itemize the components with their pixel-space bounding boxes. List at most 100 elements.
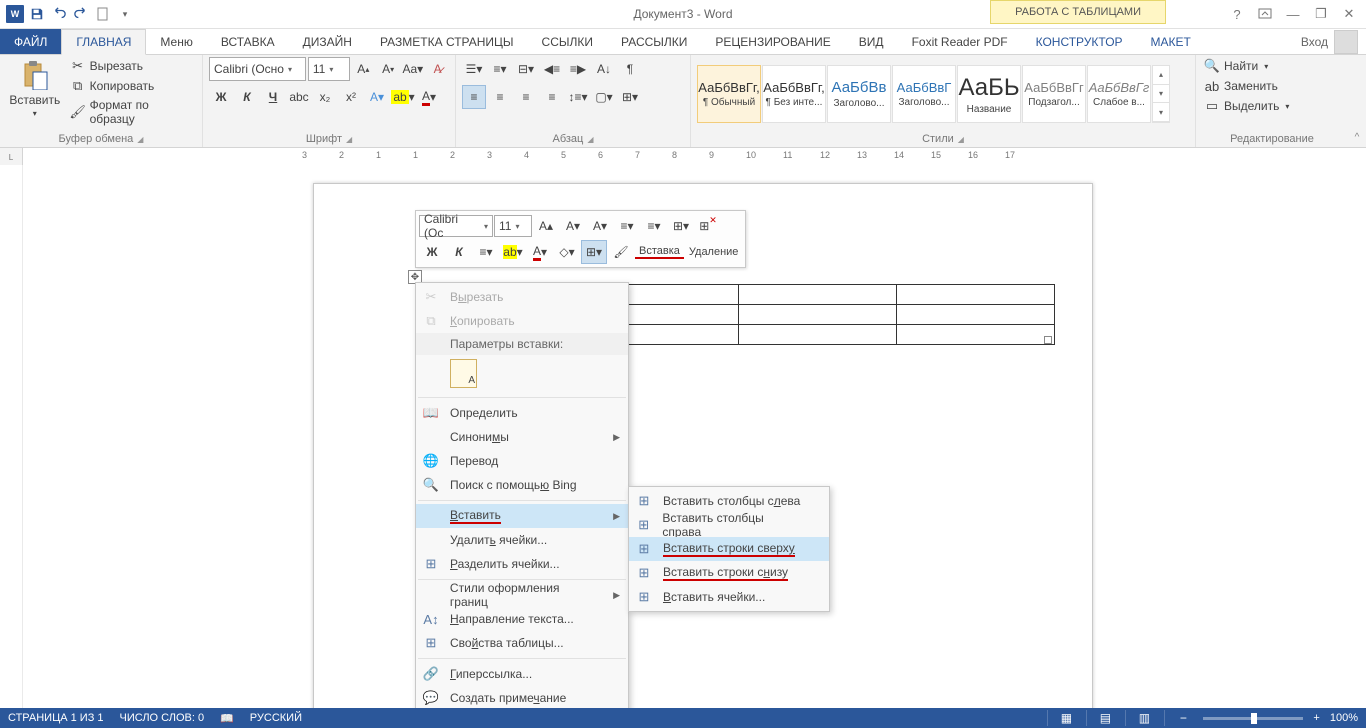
save-icon[interactable] <box>26 3 48 25</box>
sub-insert-cols-right[interactable]: ⊞Вставить столбцы справа <box>629 513 829 537</box>
sub-insert-rows-above[interactable]: ⊞Вставить строки сверху <box>629 537 829 561</box>
style-heading2[interactable]: АаБбВвГЗаголово... <box>892 65 956 123</box>
ctx-table-properties[interactable]: ⊞Свойства таблицы... <box>416 631 628 655</box>
tab-constructor[interactable]: КОНСТРУКТОР <box>1022 29 1137 54</box>
mini-font-name[interactable]: Calibri (Ос▾ <box>419 215 493 237</box>
align-center-icon[interactable]: ≡ <box>488 85 512 109</box>
italic-button[interactable]: К <box>235 85 259 109</box>
tab-insert[interactable]: ВСТАВКА <box>207 29 289 54</box>
zoom-thumb[interactable] <box>1251 713 1257 724</box>
show-marks-icon[interactable]: ¶ <box>618 57 642 81</box>
ctx-text-direction[interactable]: A↕Направление текста... <box>416 607 628 631</box>
subscript-button[interactable]: x₂ <box>313 85 337 109</box>
ctx-border-styles[interactable]: Стили оформления границ▶ <box>416 583 628 607</box>
help-icon[interactable]: ? <box>1224 3 1250 25</box>
qat-dropdown-icon[interactable]: ▾ <box>114 3 136 25</box>
collapse-ribbon-icon[interactable]: ^ <box>1348 55 1366 147</box>
select-button[interactable]: ▭Выделить▾ <box>1202 97 1291 115</box>
ctx-synonyms[interactable]: Синонимы▶ <box>416 425 628 449</box>
table-resize-handle-icon[interactable] <box>1044 336 1052 344</box>
mini-align-icon[interactable]: ≡▾ <box>473 240 499 264</box>
justify-icon[interactable]: ≡ <box>540 85 564 109</box>
mini-borders-icon[interactable]: ⊞▾ <box>581 240 607 264</box>
sub-insert-cells[interactable]: ⊞Вставить ячейки... <box>629 585 829 609</box>
mini-italic-button[interactable]: К <box>446 240 472 264</box>
redo-icon[interactable] <box>70 3 92 25</box>
status-proofing-icon[interactable]: 📖 <box>220 712 234 725</box>
multilevel-icon[interactable]: ⊟▾ <box>514 57 538 81</box>
tab-home[interactable]: ГЛАВНАЯ <box>61 29 146 55</box>
ctx-define[interactable]: 📖Определить <box>416 401 628 425</box>
mini-font-color-icon[interactable]: A▾ <box>527 240 553 264</box>
style-normal[interactable]: АаБбВвГг,¶ Обычный <box>697 65 761 123</box>
tab-layout-table[interactable]: МАКЕТ <box>1137 29 1205 54</box>
dialog-launcher-icon[interactable]: ◢ <box>587 135 593 144</box>
mini-numbering-icon[interactable]: ≡▾ <box>641 214 667 238</box>
new-doc-icon[interactable] <box>92 3 114 25</box>
tab-page-layout[interactable]: РАЗМЕТКА СТРАНИЦЫ <box>366 29 528 54</box>
tab-view[interactable]: ВИД <box>845 29 898 54</box>
mini-styles-icon[interactable]: A▾ <box>587 214 613 238</box>
sign-in[interactable]: Вход <box>1301 29 1366 54</box>
font-color-icon[interactable]: A▾ <box>417 85 441 109</box>
tab-review[interactable]: РЕЦЕНЗИРОВАНИЕ <box>701 29 844 54</box>
mini-insert-label[interactable]: Вставка <box>635 245 684 259</box>
status-language[interactable]: РУССКИЙ <box>250 712 302 724</box>
decrease-indent-icon[interactable]: ◀≡ <box>540 57 564 81</box>
style-title[interactable]: АаБЬНазвание <box>957 65 1021 123</box>
strike-button[interactable]: abc <box>287 85 311 109</box>
mini-font-size[interactable]: 11▾ <box>494 215 532 237</box>
clear-format-icon[interactable]: A̷ <box>426 57 449 81</box>
paste-button[interactable]: Вставить ▾ <box>6 57 64 120</box>
mini-delete-label[interactable]: Удаление <box>685 246 743 258</box>
underline-button[interactable]: Ч <box>261 85 285 109</box>
ctx-delete-cells[interactable]: Удалить ячейки... <box>416 528 628 552</box>
font-name-combo[interactable]: Calibri (Осно▾ <box>209 57 306 81</box>
tab-references[interactable]: ССЫЛКИ <box>528 29 607 54</box>
status-words[interactable]: ЧИСЛО СЛОВ: 0 <box>120 712 205 724</box>
tab-mailings[interactable]: РАССЫЛКИ <box>607 29 701 54</box>
mini-delete-table-icon[interactable]: ⊞✕ <box>695 214 721 238</box>
zoom-in-icon[interactable]: + <box>1313 712 1319 724</box>
ctx-bing-search[interactable]: 🔍Поиск с помощью Bing <box>416 473 628 497</box>
view-read-mode-icon[interactable]: ▤ <box>1086 710 1115 726</box>
mini-insert-table-icon[interactable]: ⊞▾ <box>668 214 694 238</box>
align-right-icon[interactable]: ≡ <box>514 85 538 109</box>
ctx-split-cells[interactable]: ⊞Разделить ячейки... <box>416 552 628 576</box>
bold-button[interactable]: Ж <box>209 85 233 109</box>
sub-insert-rows-below[interactable]: ⊞Вставить строки снизу <box>629 561 829 585</box>
bullets-icon[interactable]: ☰▾ <box>462 57 486 81</box>
ctx-paste-option[interactable]: A <box>416 355 628 394</box>
tab-foxit[interactable]: Foxit Reader PDF <box>898 29 1022 54</box>
mini-shading-icon[interactable]: ◇▾ <box>554 240 580 264</box>
style-heading1[interactable]: АаБбВвЗаголово... <box>827 65 891 123</box>
highlight-icon[interactable]: ab▾ <box>391 85 415 109</box>
sub-insert-cols-left[interactable]: ⊞Вставить столбцы слева <box>629 489 829 513</box>
font-size-combo[interactable]: 11▾ <box>308 57 350 81</box>
align-left-icon[interactable]: ≡ <box>462 85 486 109</box>
superscript-button[interactable]: x² <box>339 85 363 109</box>
shading-icon[interactable]: ▢▾ <box>592 85 616 109</box>
tab-file[interactable]: ФАЙЛ <box>0 29 61 54</box>
text-effects-icon[interactable]: A▾ <box>365 85 389 109</box>
zoom-level[interactable]: 100% <box>1330 712 1358 724</box>
replace-button[interactable]: abЗаменить <box>1202 77 1291 95</box>
grow-font-icon[interactable]: A▴ <box>352 57 375 81</box>
find-button[interactable]: 🔍Найти▾ <box>1202 57 1291 75</box>
borders-icon[interactable]: ⊞▾ <box>618 85 642 109</box>
dialog-launcher-icon[interactable]: ◢ <box>958 135 964 144</box>
mini-bullets-icon[interactable]: ≡▾ <box>614 214 640 238</box>
minimize-icon[interactable]: — <box>1280 3 1306 25</box>
close-icon[interactable]: ✕ <box>1336 3 1362 25</box>
ribbon-display-icon[interactable] <box>1252 3 1278 25</box>
style-subtle-emphasis[interactable]: АаБбВвГгСлабое в... <box>1087 65 1151 123</box>
ctx-hyperlink[interactable]: 🔗Гиперссылка... <box>416 662 628 686</box>
shrink-font-icon[interactable]: A▾ <box>377 57 400 81</box>
style-subtitle[interactable]: АаБбВвГгПодзагол... <box>1022 65 1086 123</box>
zoom-slider[interactable] <box>1203 717 1303 720</box>
increase-indent-icon[interactable]: ≡▶ <box>566 57 590 81</box>
zoom-out-icon[interactable]: − <box>1164 710 1193 726</box>
ctx-copy[interactable]: ⧉Копировать <box>416 309 628 333</box>
change-case-icon[interactable]: Aa▾ <box>401 57 424 81</box>
styles-gallery[interactable]: АаБбВвГг,¶ Обычный АаБбВвГг,¶ Без инте..… <box>697 65 1170 123</box>
